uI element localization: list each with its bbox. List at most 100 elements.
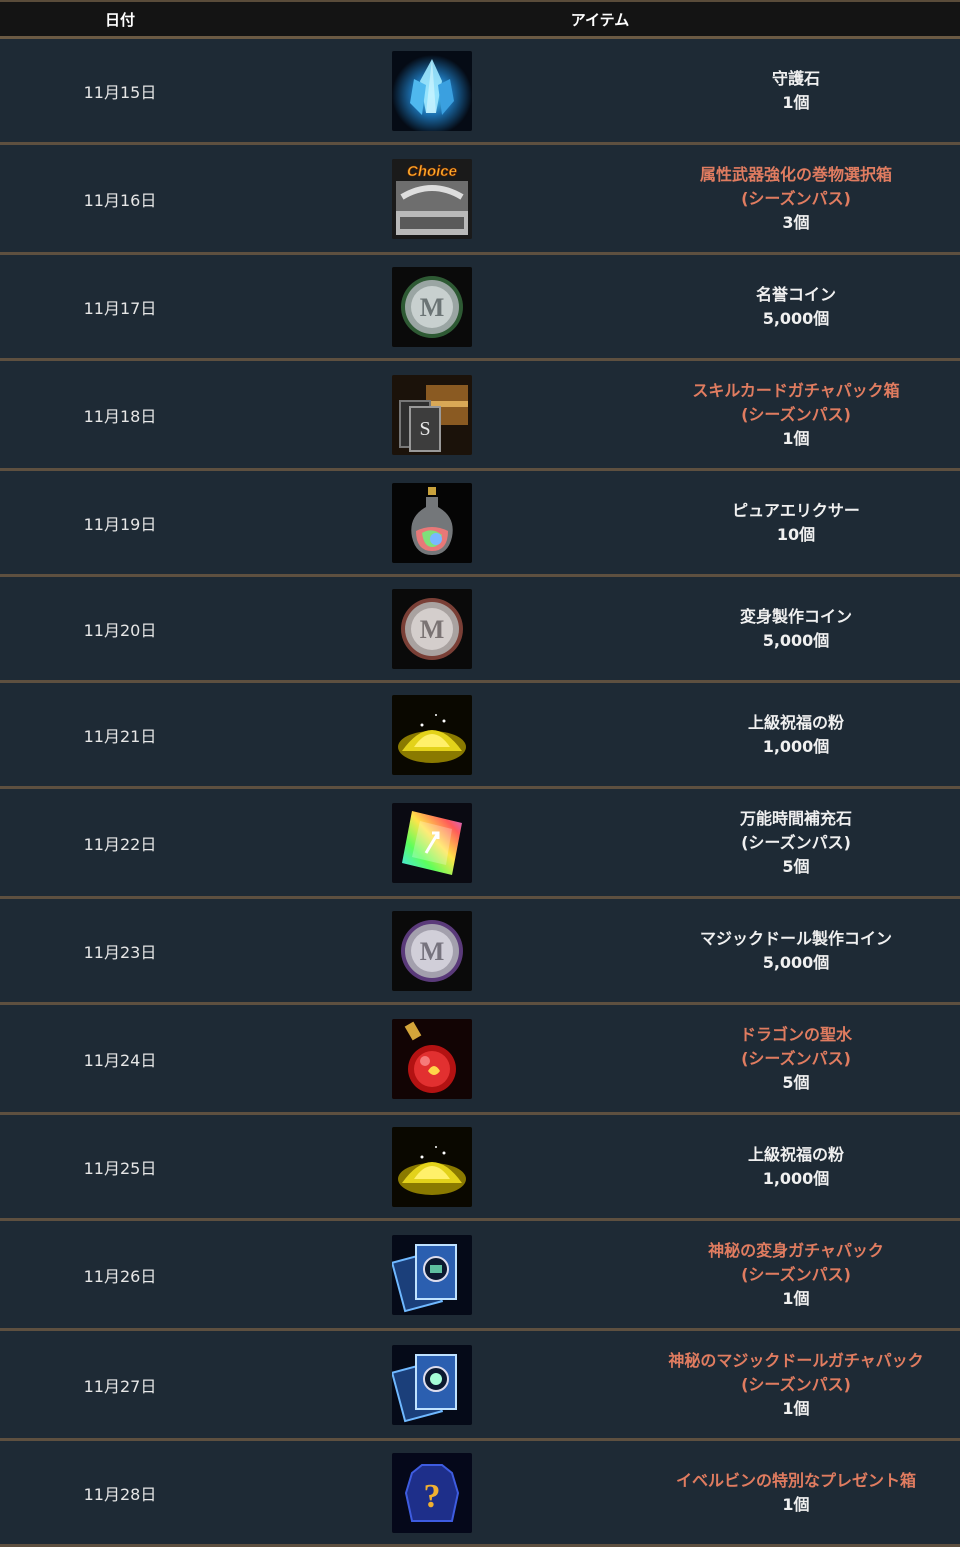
item-icon-cell (240, 1344, 632, 1425)
table-row: 11月15日 守護石 1個 (0, 39, 960, 145)
item-icon-cell (240, 50, 632, 131)
item-info: 神秘の変身ガチャパック (シーズンパス) 1個 (632, 1239, 960, 1311)
item-info: 神秘のマジックドールガチャパック (シーズンパス) 1個 (632, 1349, 960, 1421)
item-name: イベルビンの特別なプレゼント箱 (675, 1470, 916, 1490)
item-info: ドラゴンの聖水 (シーズンパス) 5個 (632, 1023, 960, 1095)
item-name: 神秘のマジックドールガチャパック (668, 1350, 924, 1370)
item-name: 守護石 (771, 68, 820, 88)
item-info: 守護石 1個 (632, 67, 960, 115)
item-icon-cell: M (240, 910, 632, 991)
season-pass-label: (シーズンパス) (741, 1048, 851, 1068)
svg-text:Choice: Choice (407, 163, 457, 180)
table-row: 11月24日 ドラゴンの聖水 (シーズンパス) 5個 (0, 1005, 960, 1115)
row-date: 11月22日 (83, 834, 157, 854)
row-date: 11月23日 (83, 942, 157, 962)
item-info: イベルビンの特別なプレゼント箱 1個 (632, 1469, 960, 1517)
row-date: 11月24日 (83, 1050, 157, 1070)
item-name: 変身製作コイン (739, 606, 852, 626)
row-date: 11月27日 (83, 1376, 157, 1396)
item-quantity: 1個 (782, 1288, 810, 1308)
table-row: 11月20日 M 変身製作コイン 5,000個 (0, 577, 960, 683)
svg-text:?: ? (424, 1478, 441, 1515)
table-body: 11月15日 守護石 1個 11月16日 Choice 属性武器強化の巻物選択箱 (シーズン… (0, 39, 960, 1547)
row-date: 11月18日 (83, 406, 157, 426)
season-pass-label: (シーズンパス) (741, 188, 851, 208)
row-date: 11月20日 (83, 620, 157, 640)
row-date: 11月26日 (83, 1266, 157, 1286)
row-date: 11月16日 (83, 190, 157, 210)
table-header: 日付 アイテム (0, 0, 960, 39)
item-icon-cell (240, 694, 632, 775)
item-quantity: 3個 (782, 212, 810, 232)
row-date: 11月25日 (83, 1158, 157, 1178)
item-info: 上級祝福の粉 1,000個 (632, 711, 960, 759)
item-name: 神秘の変身ガチャパック (708, 1240, 884, 1260)
item-name: 上級祝福の粉 (747, 1144, 844, 1164)
item-quantity: 1個 (782, 428, 810, 448)
season-pass-label: (シーズンパス) (741, 1374, 851, 1394)
item-quantity: 5,000個 (762, 630, 830, 650)
item-name: ピュアエリクサー (732, 500, 860, 520)
green-coin-icon: M (392, 266, 472, 347)
table-row: 11月25日 上級祝福の粉 1,000個 (0, 1115, 960, 1221)
mystery-gift-icon: ? (392, 1452, 472, 1533)
table-row: 11月16日 Choice 属性武器強化の巻物選択箱 (シーズンパス) 3個 (0, 145, 960, 255)
table-row: 11月17日 M 名誉コイン 5,000個 (0, 255, 960, 361)
item-info: 名誉コイン 5,000個 (632, 283, 960, 331)
reward-table: 日付 アイテム 11月15日 守護石 1個 11月16日 Choice 属性武器強化の巻物… (0, 0, 960, 1547)
item-icon-cell (240, 482, 632, 563)
season-pass-label: (シーズンパス) (741, 1264, 851, 1284)
item-info: 属性武器強化の巻物選択箱 (シーズンパス) 3個 (632, 163, 960, 235)
item-column-header: アイテム (570, 10, 630, 29)
item-info: ピュアエリクサー 10個 (632, 499, 960, 547)
table-row: 11月21日 上級祝福の粉 1,000個 (0, 683, 960, 789)
item-info: 上級祝福の粉 1,000個 (632, 1143, 960, 1191)
table-row: 11月18日 S スキルカードガチャパック箱 (シーズンパス) 1個 (0, 361, 960, 471)
season-pass-label: (シーズンパス) (741, 404, 851, 424)
gold-powder-icon (392, 694, 472, 775)
svg-text:M: M (420, 937, 445, 966)
red-potion-icon (392, 1018, 472, 1099)
item-quantity: 10個 (776, 524, 816, 544)
item-name: 上級祝福の粉 (747, 712, 844, 732)
table-row: 11月27日 神秘のマジックドールガチャパック (シーズンパス) 1個 (0, 1331, 960, 1441)
item-icon-cell: M (240, 266, 632, 347)
item-icon-cell: S (240, 374, 632, 455)
blue-crystal-icon (392, 50, 472, 131)
item-name: 万能時間補充石 (739, 808, 852, 828)
item-quantity: 1,000個 (762, 736, 830, 756)
svg-text:M: M (420, 615, 445, 644)
item-quantity: 5,000個 (762, 308, 830, 328)
item-icon-cell: Choice (240, 158, 632, 239)
item-icon-cell (240, 1018, 632, 1099)
season-pass-label: (シーズンパス) (741, 832, 851, 852)
choice-scroll-box-icon: Choice (392, 158, 472, 239)
item-info: マジックドール製作コイン 5,000個 (632, 927, 960, 975)
elixir-flask-icon (392, 482, 472, 563)
svg-text:S: S (419, 418, 430, 440)
row-date: 11月15日 (83, 82, 157, 102)
item-icon-cell (240, 1234, 632, 1315)
item-quantity: 1,000個 (762, 1168, 830, 1188)
rainbow-gem-icon (392, 802, 472, 883)
item-icon-cell: ? (240, 1452, 632, 1533)
item-quantity: 1個 (782, 92, 810, 112)
bronze-coin-icon: M (392, 588, 472, 669)
item-icon-cell (240, 1126, 632, 1207)
item-name: ドラゴンの聖水 (739, 1024, 852, 1044)
row-date: 11月17日 (83, 298, 157, 318)
item-icon-cell: M (240, 588, 632, 669)
table-row: 11月19日 ピュアエリクサー 10個 (0, 471, 960, 577)
doll-card-pack-icon (392, 1344, 472, 1425)
table-row: 11月22日 万能時間補充石 (シーズンパス) 5個 (0, 789, 960, 899)
table-row: 11月28日? イベルビンの特別なプレゼント箱 1個 (0, 1441, 960, 1547)
item-name: スキルカードガチャパック箱 (692, 380, 900, 400)
item-icon-cell (240, 802, 632, 883)
item-name: 名誉コイン (755, 284, 836, 304)
table-row: 11月23日 M マジックドール製作コイン 5,000個 (0, 899, 960, 1005)
item-name: マジックドール製作コイン (699, 928, 892, 948)
row-date: 11月21日 (83, 726, 157, 746)
item-quantity: 1個 (782, 1494, 810, 1514)
date-column-header: 日付 (104, 10, 135, 29)
item-info: スキルカードガチャパック箱 (シーズンパス) 1個 (632, 379, 960, 451)
